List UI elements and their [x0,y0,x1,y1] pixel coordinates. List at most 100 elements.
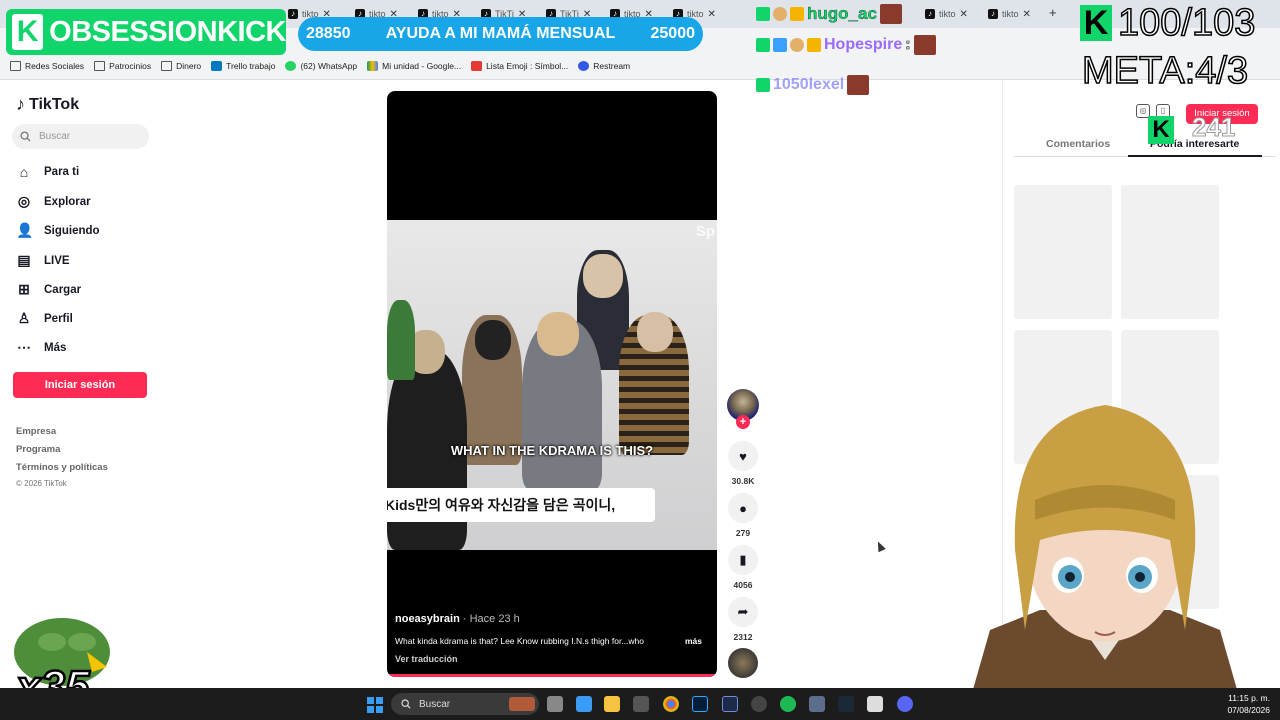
nav-label: Siguiendo [44,224,100,237]
donation-goal-bar: 28850 AYUDA A MI MAMÁ MENSUAL 25000 [298,17,703,51]
bookmark-link[interactable]: Restream [578,61,630,71]
subtitle-english: WHAT IN THE KDRAMA IS THIS? [450,443,654,458]
more-link[interactable]: más [685,636,702,646]
bookmark-label: Restream [593,61,631,71]
nav-label: Más [44,341,67,354]
profile-icon: ♙ [17,310,31,326]
arrow-badge-icon [773,38,787,52]
nav-perfil[interactable]: ♙ Perfil [16,310,73,327]
taskbar-search[interactable]: Buscar [391,693,539,715]
bookmark-label: (62) WhatsApp [300,61,358,71]
like-button[interactable]: ♥ [728,441,758,471]
spotify-icon[interactable] [780,696,796,712]
bookmark-link[interactable]: Lista Emoji : Símbol... [471,61,568,71]
taskbar-search-label: Buscar [419,698,451,710]
tab-label: tikto [1002,9,1019,19]
obs-icon[interactable] [751,696,767,712]
tab-comentarios[interactable]: Comentarios [1046,138,1110,150]
follow-plus-icon[interactable]: + [736,415,750,429]
chat-username: 1050lexel [773,76,845,93]
lightning-icon [471,61,483,71]
video-author[interactable]: noeasybrain · Hace 23 h [395,613,520,625]
nav-live[interactable]: ▤ LIVE [16,252,70,269]
bookmark-label: Lista Emoji : Símbol... [486,61,569,71]
face-badge-icon [773,7,787,21]
author-name[interactable]: noeasybrain [395,613,460,625]
tiktok-favicon-icon: ♪ [988,9,998,19]
save-button[interactable]: ▮ [728,545,758,575]
brand-name: OBSESSIONKICK [49,15,286,48]
bookmark-folder[interactable]: Patrocinios [94,61,151,71]
nav-para-ti[interactable]: ⌂ Para ti [16,164,79,180]
new-tab-plus-icon[interactable]: + [1049,5,1057,20]
bookmark-folder[interactable]: Dinero [161,61,201,71]
video-player[interactable]: Sp WHAT IN THE KDRAMA IS THIS? Kids만의 여유… [387,91,717,677]
chat-username: hugo_ac [807,4,877,23]
nav-explorar[interactable]: ◎ Explorar [16,193,91,210]
description-text: What kinda kdrama is that? Lee Know rubb… [395,636,644,646]
steam-icon[interactable] [838,696,854,712]
nav-label: Explorar [44,195,91,208]
chrome-icon[interactable] [663,696,679,712]
nav-label: LIVE [44,254,70,267]
browser-tab[interactable]: ♪ tikto ✕ [988,4,1031,24]
footer-terminos[interactable]: Términos y políticas [16,462,108,473]
bookmark-link[interactable]: Mi unidad - Google... [367,61,461,71]
sub-counter: 241 [1191,112,1236,143]
video-description: What kinda kdrama is that? Lee Know rubb… [395,636,705,646]
following-icon: 👤 [16,222,34,238]
whatsapp-icon [285,61,297,71]
footer-programa[interactable]: Programa [16,444,60,455]
discord-icon[interactable] [897,696,913,712]
taskbar-clock[interactable]: 11:15 p. m. 07/08/2026 [1222,692,1270,716]
close-tab-icon[interactable]: ✕ [960,9,968,20]
bookmark-folder[interactable]: Redes Sociales [10,61,84,71]
search-highlight-icon [509,697,535,711]
video-progress-bar[interactable] [387,674,717,677]
bookmark-label: Trello trabajo [226,61,276,71]
nav-cargar[interactable]: ⊞ Cargar [16,281,81,298]
folder-icon [10,61,21,71]
close-tab-icon[interactable]: ✕ [1023,9,1031,20]
bookmark-link[interactable]: (62) WhatsApp [285,61,357,71]
kick-brand-banner: K OBSESSIONKICK [6,9,286,55]
meta-goal: META:4/3 [1081,49,1249,93]
kick-badge-icon [756,78,770,92]
close-tab-icon[interactable]: ✕ [708,9,716,20]
video-watermark: Sp [695,223,715,240]
share-button[interactable]: ➦ [728,597,758,627]
live-icon: ▤ [17,252,31,268]
video-placeholder[interactable] [1014,185,1112,319]
copyright: © 2026 TikTok [16,479,67,488]
see-translation-link[interactable]: Ver traducción [395,654,458,664]
store-icon[interactable] [633,696,649,712]
video-placeholder[interactable] [1121,185,1219,319]
nav-mas[interactable]: ⋯ Más [16,339,66,356]
file-explorer-icon[interactable] [604,696,620,712]
settings-icon[interactable] [576,696,592,712]
bookmark-link[interactable]: Trello trabajo [211,61,275,71]
chat-message: Hopespire : [756,35,936,55]
photoshop-icon[interactable] [692,696,708,712]
comment-button[interactable]: ● [728,493,758,523]
chat-colon: : [905,36,911,54]
tiktok-note-icon: ♪ [16,94,25,114]
browser-tab[interactable]: ♪ tikto ✕ [925,4,968,24]
windows-start-icon[interactable] [367,697,383,713]
search-input[interactable]: Buscar [12,124,149,149]
bookmark-label: Redes Sociales [25,61,85,71]
search-icon [401,699,411,709]
footer-empresa[interactable]: Empresa [16,426,56,437]
app-icon[interactable] [867,696,883,712]
login-button[interactable]: Iniciar sesión [13,372,147,398]
tiktok-logo[interactable]: ♪ TikTok [16,94,79,115]
share-icon: ➦ [737,604,749,619]
goal-target: 25000 [650,25,696,42]
vtube-studio-icon[interactable] [809,696,825,712]
nav-siguiendo[interactable]: 👤 Siguiendo [16,222,100,239]
music-disc[interactable] [728,648,758,678]
clock-time: 11:15 p. m. [1228,693,1270,703]
task-view-icon[interactable] [547,696,563,712]
vegas-icon[interactable] [722,696,738,712]
nav-label: Para ti [44,166,80,178]
